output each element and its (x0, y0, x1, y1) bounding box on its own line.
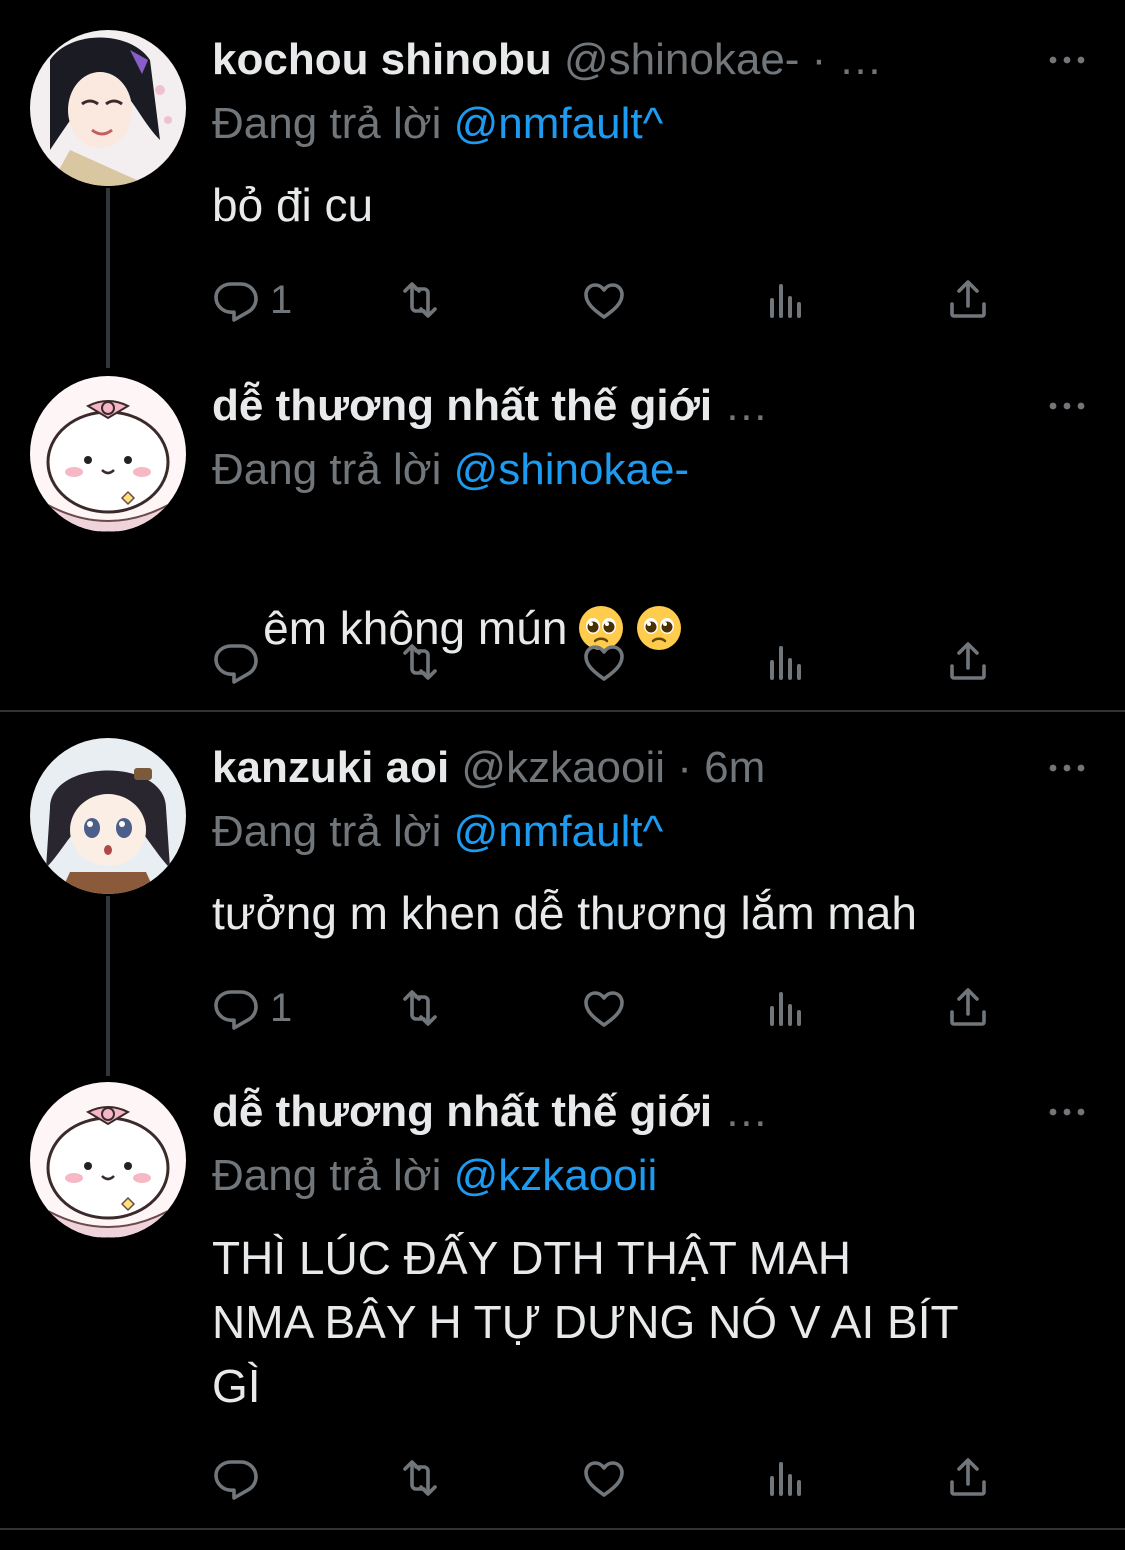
mention-link[interactable]: @kzkaooii (454, 1151, 658, 1200)
replying-to: Đang trả lời @kzkaooii (212, 1146, 657, 1206)
retweet-button[interactable] (396, 1448, 444, 1508)
tweet-header: kochou shinobu @shinokae- · … (212, 30, 1015, 90)
user-handle[interactable]: … (724, 1087, 768, 1136)
views-button[interactable] (762, 1448, 810, 1508)
replying-to-label: Đang trả lời (212, 1151, 442, 1200)
retweet-icon (396, 276, 444, 324)
views-icon (762, 638, 810, 686)
share-button[interactable] (944, 978, 992, 1038)
like-button[interactable] (580, 270, 628, 330)
like-icon (580, 638, 628, 686)
share-button[interactable] (944, 1448, 992, 1508)
reply-count: 1 (270, 277, 293, 322)
thread-divider (0, 1528, 1125, 1530)
like-icon (580, 276, 628, 324)
mention-link[interactable]: @shinokae- (454, 445, 689, 494)
tweet-header: dễ thương nhất thế giới … (212, 376, 1015, 436)
share-icon (944, 276, 992, 324)
share-button[interactable] (944, 632, 992, 692)
like-icon (580, 984, 628, 1032)
display-name[interactable]: dễ thương nhất thế giới (212, 381, 712, 430)
views-icon (762, 1454, 810, 1502)
views-button[interactable] (762, 978, 810, 1038)
display-name[interactable]: kochou shinobu (212, 35, 552, 84)
avatar[interactable] (30, 1082, 186, 1238)
thread-line (106, 896, 110, 1076)
like-icon (580, 1454, 628, 1502)
thread-divider (0, 710, 1125, 712)
replying-to: Đang trả lời @nmfault^ (212, 802, 663, 862)
views-button[interactable] (762, 632, 810, 692)
views-icon (762, 984, 810, 1032)
replying-to-label: Đang trả lời (212, 99, 442, 148)
reply-icon (212, 638, 260, 686)
reply-icon (212, 984, 260, 1032)
like-button[interactable] (580, 1448, 628, 1508)
more-icon[interactable] (1047, 398, 1087, 414)
reply-button[interactable] (212, 1448, 260, 1508)
like-button[interactable] (580, 978, 628, 1038)
reply-icon (212, 1454, 260, 1502)
retweet-icon (396, 1454, 444, 1502)
share-icon (944, 1454, 992, 1502)
reply-button[interactable] (212, 632, 260, 692)
reply-button[interactable]: 1 (212, 978, 292, 1038)
action-bar (212, 1448, 1012, 1508)
avatar[interactable] (30, 376, 186, 532)
replying-to-label: Đang trả lời (212, 807, 442, 856)
tweet-header: kanzuki aoi @kzkaooii · 6m (212, 738, 1015, 798)
action-bar (212, 632, 1012, 692)
thread-line (106, 188, 110, 368)
tweet-text-container: êm không mún (212, 532, 1065, 724)
display-name[interactable]: kanzuki aoi (212, 743, 449, 792)
retweet-icon (396, 984, 444, 1032)
retweet-icon (396, 638, 444, 686)
avatar[interactable] (30, 738, 186, 894)
action-bar: 1 (212, 270, 1012, 330)
action-bar: 1 (212, 978, 1012, 1038)
views-icon (762, 276, 810, 324)
retweet-button[interactable] (396, 270, 444, 330)
avatar[interactable] (30, 30, 186, 186)
mention-link[interactable]: @nmfault^ (454, 807, 664, 856)
user-handle[interactable]: @kzkaooii · 6m (461, 743, 765, 792)
views-button[interactable] (762, 270, 810, 330)
tweet-text: tưởng m khen dễ thương lắm mah (212, 887, 917, 939)
share-icon (944, 638, 992, 686)
tweet-text: bỏ đi cu (212, 179, 374, 231)
tweet-text: THÌ LÚC ĐẤY DTH THẬT MAH NMA BÂY H TỰ DƯ… (212, 1232, 959, 1412)
more-icon[interactable] (1047, 1104, 1087, 1120)
retweet-button[interactable] (396, 978, 444, 1038)
reply-button[interactable]: 1 (212, 270, 292, 330)
more-icon[interactable] (1047, 52, 1087, 68)
replying-to: Đang trả lời @nmfault^ (212, 94, 663, 154)
reply-count: 1 (270, 985, 293, 1030)
tweet-header: dễ thương nhất thế giới … (212, 1082, 1015, 1142)
mention-link[interactable]: @nmfault^ (454, 99, 664, 148)
user-handle[interactable]: … (724, 381, 768, 430)
share-button[interactable] (944, 270, 992, 330)
more-icon[interactable] (1047, 760, 1087, 776)
replying-to-label: Đang trả lời (212, 445, 442, 494)
retweet-button[interactable] (396, 632, 444, 692)
display-name[interactable]: dễ thương nhất thế giới (212, 1087, 712, 1136)
user-handle[interactable]: @shinokae- · … (564, 35, 883, 84)
replying-to: Đang trả lời @shinokae- (212, 440, 689, 500)
share-icon (944, 984, 992, 1032)
reply-icon (212, 276, 260, 324)
like-button[interactable] (580, 632, 628, 692)
